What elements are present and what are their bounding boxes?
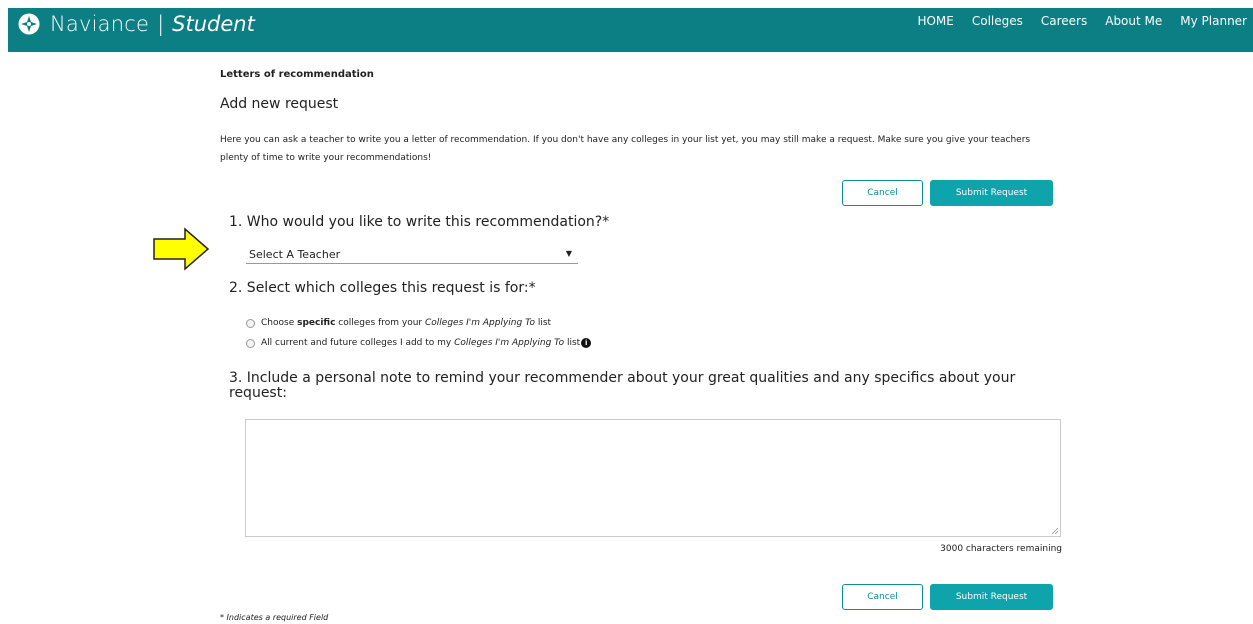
nav-about-me[interactable]: About Me [1105, 14, 1162, 28]
option-all-colleges: All current and future colleges I add to… [246, 338, 592, 348]
nav-careers[interactable]: Careers [1041, 14, 1087, 28]
required-field-note: * Indicates a required Field [220, 613, 329, 622]
arrow-right-icon [153, 227, 210, 271]
brand-product: Student [172, 12, 255, 36]
option-all-colleges-label: All current and future colleges I add to… [261, 338, 581, 348]
cancel-button-bottom[interactable]: Cancel [842, 584, 923, 610]
cancel-button-top[interactable]: Cancel [842, 180, 923, 206]
radio-all-colleges[interactable] [246, 338, 255, 348]
brand-separator: | [157, 12, 165, 36]
question-1-label: 1. Who would you like to write this reco… [229, 214, 610, 230]
option-specific-colleges-label: Choose specific colleges from your Colle… [261, 318, 552, 328]
resize-handle-icon[interactable] [1052, 528, 1058, 534]
question-3-label: 3. Include a personal note to remind you… [229, 370, 1016, 401]
teacher-select-value: Select A Teacher [249, 248, 341, 261]
naviance-compass-logo-icon [18, 13, 40, 35]
teacher-select[interactable]: Select A Teacher ▼ [246, 246, 578, 264]
dropdown-caret-icon: ▼ [565, 249, 572, 258]
page-title: Add new request [220, 96, 339, 112]
personal-note-textarea[interactable] [245, 419, 1061, 537]
radio-specific-colleges[interactable] [246, 318, 255, 328]
submit-request-button-bottom[interactable]: Submit Request [930, 584, 1053, 610]
nav-colleges[interactable]: Colleges [972, 14, 1023, 28]
option-specific-colleges: Choose specific colleges from your Colle… [246, 318, 551, 328]
breadcrumb: Letters of recommendation [220, 69, 374, 80]
info-icon[interactable]: i [581, 338, 592, 348]
nav-my-planner[interactable]: My Planner [1180, 14, 1247, 28]
question-2-label: 2. Select which colleges this request is… [229, 280, 536, 296]
submit-request-button-top[interactable]: Submit Request [930, 180, 1053, 206]
intro-text: Here you can ask a teacher to write you … [220, 135, 1031, 163]
brand[interactable]: Naviance | Student [18, 10, 255, 38]
top-navigation-bar: Naviance | Student HOME Colleges Careers… [8, 8, 1253, 52]
nav-home[interactable]: HOME [917, 14, 953, 28]
characters-remaining: 3000 characters remaining [940, 544, 1062, 554]
main-nav: HOME Colleges Careers About Me My Planne… [899, 14, 1247, 28]
brand-name: Naviance [50, 12, 150, 36]
